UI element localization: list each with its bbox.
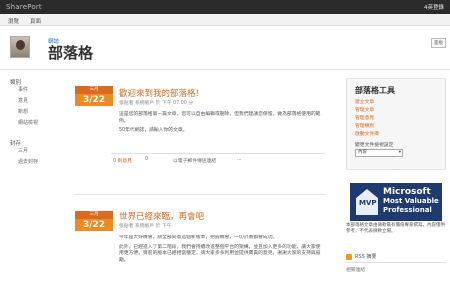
site-brand[interactable]: SharePort <box>6 3 42 11</box>
chevron-down-icon: ▾ <box>398 150 401 155</box>
post-title[interactable]: 歡迎來到我的部落格! <box>119 87 199 99</box>
view-select-value: 內容 <box>358 150 367 155</box>
nav-item-site-view[interactable]: 網站檢視 <box>18 119 38 126</box>
blog-tools-widget: 部落格工具 建立文章 管理文章 管理意見 管理類別 啟動文件庫 變更文件檢視設定… <box>346 78 446 170</box>
mvp-logo-icon: MVP <box>356 189 378 215</box>
post-month: 三月 <box>75 86 113 94</box>
mvp-text: Microsoft Most Valuable Professional <box>383 187 439 215</box>
post-meta: 張貼者 系統帳戶 於 下午 <box>119 224 172 229</box>
nav-item-march[interactable]: 三月 <box>18 147 28 154</box>
nav-item-events[interactable]: 事件 <box>18 86 28 93</box>
mvp-note: 本部落格文章由微軟最有價值專家撰寫，內容僅供參考，不代表微軟立場。 <box>346 223 445 234</box>
post-paragraph: 50年代網誌，請輸入你的文章。 <box>119 128 188 133</box>
mvp-badge[interactable]: MVP Microsoft Most Valuable Professional <box>350 183 442 221</box>
tool-link-launch-library[interactable]: 啟動文件庫 <box>355 130 379 137</box>
nav-item-past-archive[interactable]: 過去封存 <box>18 158 38 165</box>
post-meta: 張貼者 系統帳戶 於 下午 07:00 分 <box>119 101 194 106</box>
nav-browse[interactable]: 瀏覽 <box>8 17 19 25</box>
nav-item-ideas[interactable]: 新想 <box>18 108 28 115</box>
nav-bar: 瀏覽 頁面 <box>0 14 450 26</box>
rss-icon <box>346 253 352 260</box>
related-links[interactable]: 相關連結 <box>346 266 365 273</box>
post-day: 3/22 <box>75 94 113 106</box>
post-footer: 0 則意見 0 以電子郵件傳送連結 ... <box>111 153 325 165</box>
right-column: 部落格工具 建立文章 管理文章 管理意見 管理類別 啟動文件庫 變更文件檢視設定… <box>346 78 446 170</box>
page-title: 部落格 <box>48 44 94 62</box>
top-bar: SharePort 4英登錄 <box>0 0 450 14</box>
tool-link-manage-categories[interactable]: 管理類別 <box>355 122 374 129</box>
post-paragraph: 今年是大好機會，請全部同意這個新版本，把握機會，一切計畫都會成功。 <box>119 235 278 240</box>
post-paragraph: 這是您的部落格第一篇文章，您可以自由編輯或刪除，但我們建議您保留，做為部落格使用… <box>119 112 321 124</box>
tool-link-create-post[interactable]: 建立文章 <box>355 98 374 105</box>
nav-heading-archive: 封存 <box>10 141 22 147</box>
rss-separator <box>346 262 446 263</box>
post-separator <box>75 194 325 195</box>
post-body: 今年是大好機會，請全部同意這個新版本，把握機會，一切計畫都會成功。 此外，已經進… <box>119 235 325 293</box>
post-title[interactable]: 世界已經來臨，再會吧 <box>119 210 204 222</box>
panel-button[interactable]: 面板 <box>431 38 446 48</box>
nav-heading-categories: 類別 <box>10 80 22 86</box>
view-select[interactable]: 內容 ▾ <box>355 149 403 157</box>
sign-in-link[interactable]: 4英登錄 <box>424 3 444 11</box>
tool-link-manage-posts[interactable]: 管理文章 <box>355 106 374 113</box>
post-date: 三月 3/22 <box>75 211 113 231</box>
comments-link[interactable]: 0 則意見 <box>113 157 132 164</box>
more-link[interactable]: ... <box>237 157 242 162</box>
widget-title: 部落格工具 <box>355 86 395 95</box>
post-body: 這是您的部落格第一篇文章，您可以自由編輯或刪除，但我們建議您保留，做為部落格使用… <box>119 112 325 138</box>
post-paragraph: 此外，已經進入了第二階段，我們會持續改進整個平台的架構，並且加入更多的功能，讓大… <box>119 244 321 263</box>
nav-item-opinions[interactable]: 意見 <box>18 97 28 104</box>
page-header: 網誌 部落格 面板 <box>0 27 450 67</box>
avatar <box>10 36 30 58</box>
post-month: 三月 <box>75 211 113 219</box>
header-divider <box>0 69 450 70</box>
post-day: 3/22 <box>75 219 113 231</box>
rss-feed-link[interactable]: RSS 摘要 <box>346 253 376 260</box>
email-link[interactable]: 以電子郵件傳送連結 <box>173 157 216 164</box>
tool-link-manage-comments[interactable]: 管理意見 <box>355 114 374 121</box>
post-date: 三月 3/22 <box>75 86 113 106</box>
nav-page[interactable]: 頁面 <box>30 17 41 25</box>
view-select-label: 變更文件檢視設定 <box>355 143 394 148</box>
link-count[interactable]: 0 <box>145 157 148 162</box>
